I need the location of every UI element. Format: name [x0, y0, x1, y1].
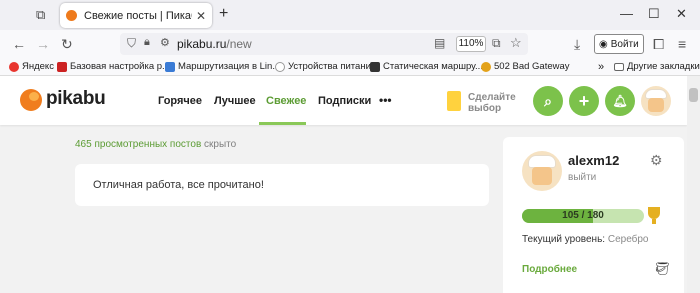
address-bar[interactable]: ⛉ 🔒︎ ⚙ pikabu.ru/new ▤ 110% ⧉ ☆ — [120, 33, 528, 55]
bookmarks-bar: Яндекс Базовая настройка р... Маршрутиза… — [0, 58, 700, 76]
copy-icon[interactable]: ⧉ — [492, 36, 501, 51]
logout-link[interactable]: выйти — [568, 172, 596, 183]
search-button[interactable]: ⌕ — [533, 86, 563, 116]
bookmark-label: Статическая маршру... — [383, 61, 483, 72]
url-host: pikabu.ru — [177, 37, 227, 51]
bookmark-favicon-icon — [165, 61, 175, 72]
close-tab-icon[interactable]: ✕ — [196, 9, 206, 23]
bookmark-item[interactable]: Яндекс — [9, 61, 54, 72]
bookmark-label: Устройства питания — [288, 61, 377, 72]
profile-avatar[interactable] — [522, 151, 562, 191]
site-header: pikabu Горячее Лучшее Свежее Подписки ••… — [0, 76, 687, 125]
browser-tab[interactable]: Свежие посты | Пикабу ✕ — [60, 3, 212, 28]
trophy-icon[interactable] — [648, 207, 660, 224]
bookmark-item[interactable]: 502 Bad Gateway — [481, 61, 570, 72]
tab-title: Свежие посты | Пикабу — [84, 9, 192, 22]
profile-username[interactable]: alexm12 — [568, 153, 619, 168]
gear-icon[interactable]: ⚙ — [650, 152, 663, 169]
downloads-icon[interactable]: ⤓ — [574, 36, 580, 52]
url-text[interactable]: pikabu.ru/new — [177, 37, 252, 51]
menu-more-icon[interactable]: ••• — [379, 93, 392, 107]
viewed-posts-link[interactable]: 465 просмотренных постов — [75, 139, 201, 150]
account-icon: ◉ — [599, 38, 608, 50]
bookmark-item[interactable]: Статическая маршру... — [370, 61, 483, 72]
viewed-posts-suffix: скрыто — [201, 139, 237, 150]
pikabu-logo-icon[interactable] — [20, 89, 42, 111]
bookmark-label: Базовая настройка р... — [70, 61, 170, 72]
add-post-button[interactable]: + — [569, 86, 599, 116]
bookmark-item[interactable]: Базовая настройка р... — [57, 61, 170, 72]
bookmarks-overflow-icon[interactable]: » — [598, 61, 604, 73]
notifications-button[interactable]: 🔔︎ — [605, 86, 635, 116]
bookmark-favicon-icon — [57, 61, 67, 72]
bookmark-label: Маршрутизация в Lin... — [178, 61, 281, 72]
bookmark-star-icon[interactable]: ☆ — [510, 35, 522, 51]
page-scrollbar[interactable] — [687, 76, 700, 293]
reload-icon[interactable]: ↻ — [61, 36, 73, 52]
reader-view-icon[interactable]: ▤ — [434, 36, 445, 50]
menu-fresh[interactable]: Свежее — [266, 95, 306, 107]
url-path: /new — [226, 37, 252, 51]
other-bookmarks-label: Другие закладки — [627, 61, 700, 72]
bookmark-label: 502 Bad Gateway — [494, 61, 570, 72]
paint-bucket-icon[interactable]: 🪣︎ — [654, 261, 671, 277]
tab-list-icon[interactable]: ⧉ — [36, 7, 45, 23]
feed-done-card: Отличная работа, все прочитано! — [75, 164, 489, 206]
login-label: Войти — [610, 38, 639, 50]
other-bookmarks[interactable]: Другие закладки — [614, 61, 700, 72]
current-level-label: Текущий уровень: — [522, 234, 608, 245]
current-level-value: Серебро — [607, 234, 649, 245]
profile-card: alexm12 выйти ⚙ 105 / 180 Текущий уровен… — [503, 137, 684, 293]
menu-hot[interactable]: Горячее — [158, 95, 202, 107]
forward-icon[interactable]: → — [36, 36, 50, 52]
site-logo[interactable]: pikabu — [46, 88, 106, 110]
viewed-posts-notice: 465 просмотренных постов скрыто — [75, 139, 236, 150]
active-menu-underline — [259, 122, 306, 125]
menu-subscriptions[interactable]: Подписки — [318, 95, 371, 107]
bookmark-favicon-icon — [481, 61, 491, 72]
level-progress-text: 105 / 180 — [562, 210, 604, 221]
pikabu-favicon-icon — [66, 10, 77, 21]
browser-tab-bar: ⧉ Свежие посты | Пикабу ✕ + — ☐ ✕ — [0, 0, 700, 30]
feed-done-message: Отличная работа, все прочитано! — [93, 179, 264, 191]
promo-link[interactable]: Сделайте выбор — [468, 92, 516, 114]
bookmark-item[interactable]: Маршрутизация в Lin... — [165, 61, 280, 72]
yandex-icon — [9, 61, 19, 72]
shield-icon[interactable]: ⛉ — [127, 36, 136, 51]
extensions-icon[interactable]: ⧠ — [653, 36, 664, 52]
bell-icon: 🔔︎ — [612, 94, 628, 108]
bookmark-favicon-icon — [370, 61, 380, 72]
promo-line-2: выбор — [468, 103, 502, 114]
bookmark-label: Яндекс — [22, 61, 54, 72]
lock-icon[interactable]: 🔒︎ — [144, 36, 150, 49]
minimize-icon[interactable]: — — [620, 7, 633, 21]
more-details-link[interactable]: Подробнее — [522, 264, 577, 275]
close-window-icon[interactable]: ✕ — [676, 7, 687, 21]
avatar-face-shape — [532, 167, 552, 185]
search-icon: ⌕ — [544, 93, 552, 109]
avatar-face-shape — [648, 98, 664, 112]
folder-icon — [614, 62, 624, 71]
header-avatar[interactable] — [641, 86, 671, 116]
level-progress-bar: 105 / 180 — [522, 209, 644, 223]
app-menu-icon[interactable]: ≡ — [678, 36, 686, 52]
new-tab-icon[interactable]: + — [219, 5, 228, 23]
plus-icon: + — [578, 91, 590, 111]
promo-line-1: Сделайте — [468, 92, 516, 103]
maximize-icon[interactable]: ☐ — [648, 7, 660, 21]
menu-best[interactable]: Лучшее — [214, 95, 256, 107]
permissions-icon[interactable]: ⚙ — [160, 36, 170, 49]
account-login-button[interactable]: ◉ Войти — [594, 34, 644, 54]
browser-nav-bar: ← → ↻ ⛉ 🔒︎ ⚙ pikabu.ru/new ▤ 110% ⧉ ☆ ⤓ … — [0, 30, 700, 58]
bookmark-item[interactable]: Устройства питания — [275, 61, 376, 72]
promo-badge-icon[interactable] — [447, 91, 461, 111]
scrollbar-thumb[interactable] — [689, 88, 698, 102]
bookmark-favicon-icon — [275, 61, 285, 72]
back-icon[interactable]: ← — [12, 36, 26, 52]
current-level: Текущий уровень: Серебро — [522, 234, 649, 245]
zoom-indicator[interactable]: 110% — [456, 36, 486, 52]
